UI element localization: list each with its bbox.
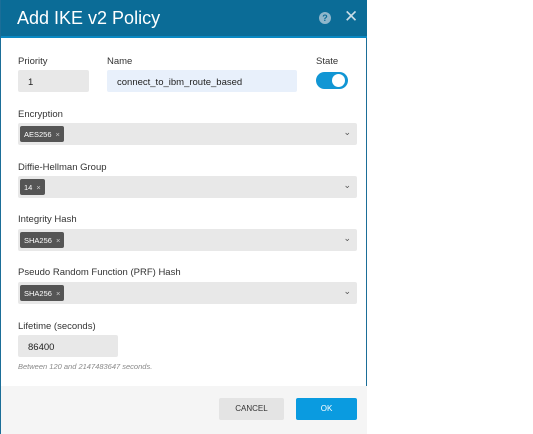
chevron-down-icon[interactable]: ⌄ [343,233,351,244]
name-label: Name [107,56,133,67]
chevron-down-icon[interactable]: ⌄ [343,286,351,297]
chip-label: SHA256 [24,236,52,245]
cancel-button[interactable]: CANCEL [219,398,284,420]
chip-remove-icon[interactable]: × [56,289,60,298]
ok-button[interactable]: OK [296,398,357,420]
integrity-select[interactable]: SHA256 × ⌄ [18,229,357,251]
lifetime-label: Lifetime (seconds) [18,321,96,332]
chip-label: 14 [24,183,33,192]
chevron-down-icon[interactable]: ⌄ [343,127,351,138]
chip: AES256 × [20,126,64,142]
lifetime-hint: Between 120 and 2147483647 seconds. [18,362,153,371]
priority-label: Priority [18,56,48,67]
prf-label: Pseudo Random Function (PRF) Hash [18,267,181,278]
chip-label: SHA256 [24,289,52,298]
chip-label: AES256 [24,130,52,139]
chevron-down-icon[interactable]: ⌄ [343,180,351,191]
prf-select[interactable]: SHA256 × ⌄ [18,282,357,304]
integrity-label: Integrity Hash [18,214,77,225]
chip-remove-icon[interactable]: × [36,183,40,192]
chip-remove-icon[interactable]: × [56,130,60,139]
dialog-header: Add IKE v2 Policy ? ✕ [1,0,367,38]
name-input[interactable]: connect_to_ibm_route_based [107,70,297,92]
dialog-title: Add IKE v2 Policy [17,8,161,28]
priority-input[interactable]: 1 [18,70,89,92]
lifetime-input[interactable]: 86400 [18,335,118,357]
chip: SHA256 × [20,232,65,248]
question-circle-icon[interactable]: ? [319,12,331,24]
dh-group-label: Diffie-Hellman Group [18,162,107,173]
chip: SHA256 × [20,285,65,301]
add-ike-policy-dialog: Add IKE v2 Policy ? ✕ Priority 1 Name co… [0,0,367,434]
chip-remove-icon[interactable]: × [56,236,60,245]
chip: 14 × [20,179,45,195]
close-icon[interactable]: ✕ [344,8,358,26]
dh-group-select[interactable]: 14 × ⌄ [18,176,357,198]
toggle-knob [332,74,345,87]
encryption-select[interactable]: AES256 × ⌄ [18,123,357,145]
state-toggle[interactable] [316,72,348,89]
state-label: State [316,56,339,67]
dialog-footer: CANCEL OK [1,386,367,434]
encryption-label: Encryption [18,109,63,120]
